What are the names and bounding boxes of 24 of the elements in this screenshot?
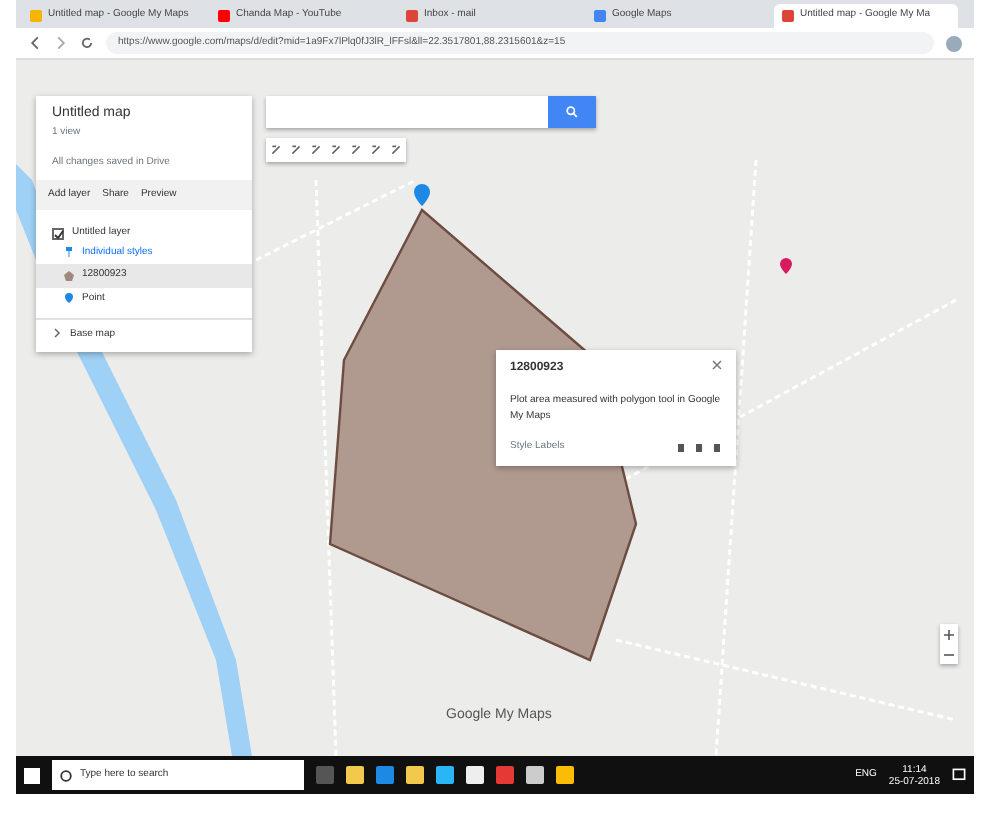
location-pin[interactable] — [414, 184, 430, 206]
profile-icon — [946, 35, 962, 51]
zoom-out-button[interactable] — [940, 644, 958, 664]
plus-icon — [944, 629, 954, 639]
minus-icon — [944, 649, 954, 659]
layer-checkbox[interactable] — [52, 227, 64, 240]
search-button[interactable] — [548, 96, 596, 128]
close-icon — [712, 360, 722, 370]
search-field[interactable] — [266, 96, 596, 128]
caret-icon — [52, 328, 62, 338]
back-icon — [28, 36, 42, 50]
cortana-icon — [60, 769, 72, 781]
location-pin[interactable] — [780, 258, 792, 274]
reload-icon — [80, 36, 94, 50]
windows-start-icon — [24, 767, 40, 783]
polygon-icon — [64, 269, 74, 282]
paint-roller-icon — [64, 246, 74, 259]
notification-icon — [952, 768, 966, 782]
pin-icon — [64, 292, 74, 305]
forward-icon — [54, 36, 68, 50]
toolbar-button[interactable] — [266, 138, 286, 162]
zoom-in-button[interactable] — [940, 624, 958, 644]
toolbar-button[interactable] — [386, 138, 406, 162]
search-icon — [566, 106, 578, 118]
